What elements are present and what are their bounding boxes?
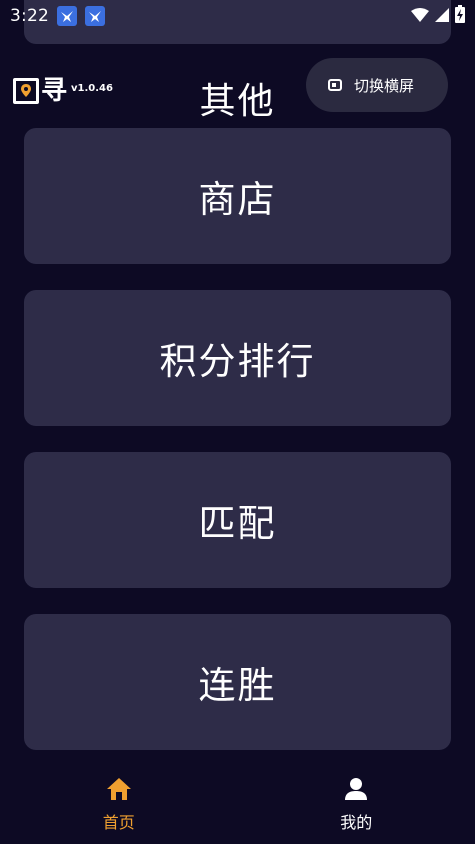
menu-item-ranking[interactable]: 积分排行 (24, 290, 451, 426)
status-right (411, 5, 465, 27)
status-left: 3:22 (10, 6, 105, 26)
status-time: 3:22 (10, 6, 49, 26)
menu-item-shop[interactable]: 商店 (24, 128, 451, 264)
menu-item-label: 商店 (198, 178, 277, 221)
toggle-landscape-button[interactable]: 切换横屏 (306, 58, 448, 112)
bird-app-icon (84, 6, 105, 26)
bird-app-icon (56, 6, 77, 26)
menu-item-label: 连胜 (198, 664, 277, 707)
menu-item-label: 积分排行 (159, 340, 316, 383)
nav-item-home[interactable]: 首页 (59, 777, 179, 833)
toggle-landscape-label: 切换横屏 (354, 76, 415, 95)
wifi-icon (411, 7, 429, 26)
cell-signal-icon (435, 7, 449, 26)
person-icon (344, 777, 368, 805)
status-bar: 3:22 (0, 0, 475, 32)
menu-item-match[interactable]: 匹配 (24, 452, 451, 588)
nav-item-profile[interactable]: 我的 (296, 777, 416, 833)
home-icon (106, 777, 132, 805)
nav-label-home: 首页 (102, 813, 135, 832)
menu-item-win-streak[interactable]: 连胜 (24, 614, 451, 750)
bottom-nav: 首页 我的 (0, 766, 475, 844)
nav-label-profile: 我的 (340, 813, 373, 832)
battery-charging-icon (455, 5, 465, 27)
menu-item-label: 匹配 (198, 502, 277, 545)
screen-rotate-icon (328, 76, 342, 95)
app-screen: 3:22 寻 v1.0.46 其他 切换横屏 商店 积分排行 匹配 连胜 首页 … (0, 0, 475, 844)
